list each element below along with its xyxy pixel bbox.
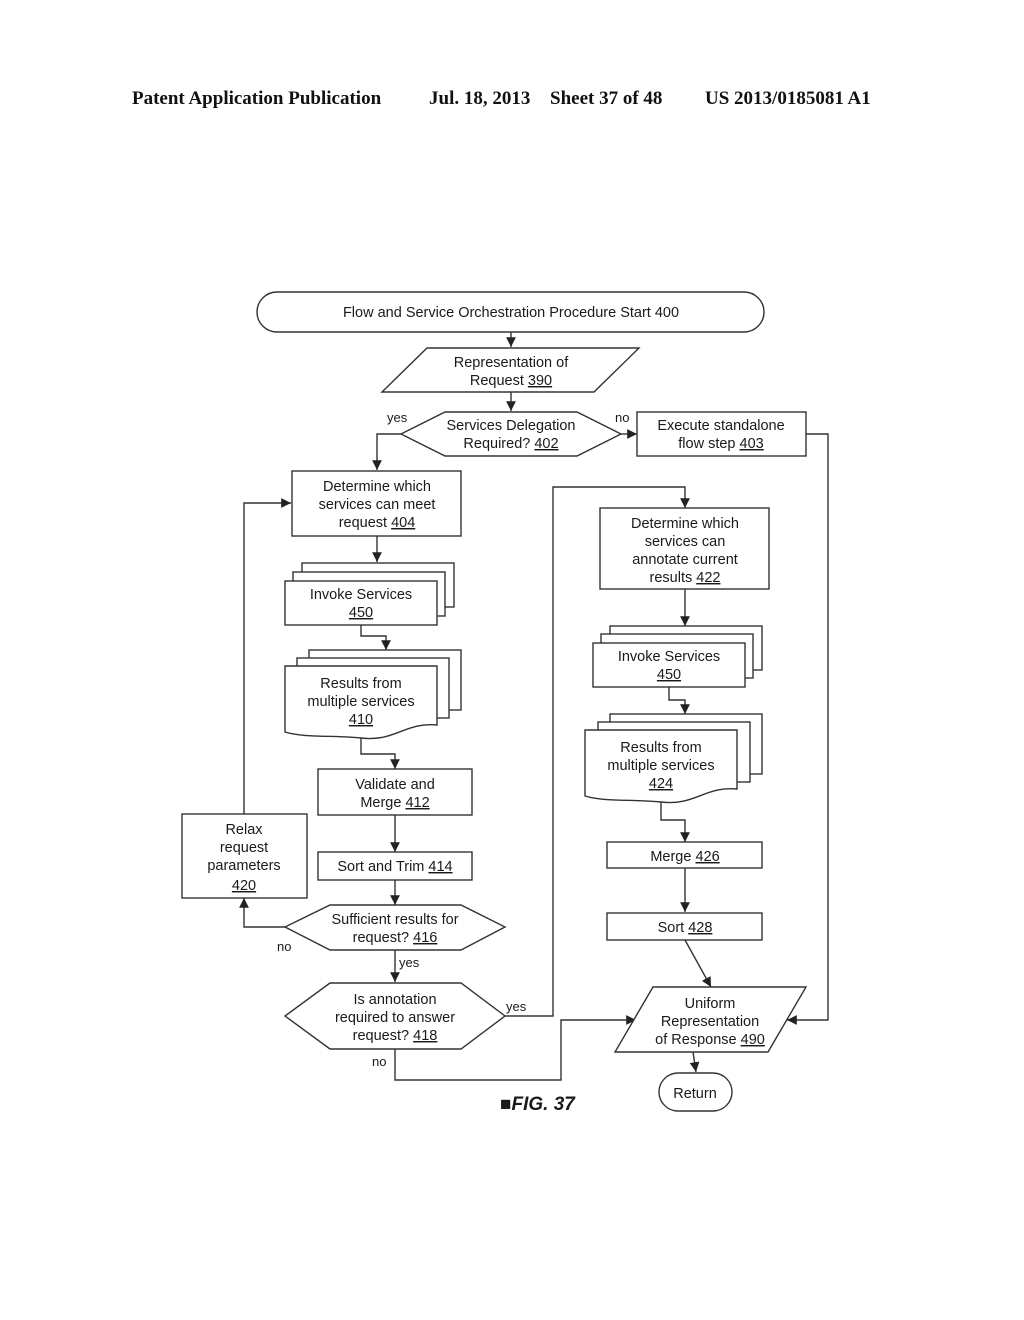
- delegation-label: Services Delegation: [447, 418, 576, 434]
- determine-services-label-2: services can meet: [319, 497, 436, 513]
- edge-label-annotation-yes: yes: [506, 999, 527, 1014]
- delegation-ref: Required? 402: [463, 436, 558, 452]
- determine-annotate-ref: results 422: [650, 570, 721, 586]
- results-left-label: Results from: [320, 676, 401, 692]
- determine-annotate-label-3: annotate current: [632, 552, 738, 568]
- uniform-ref: of Response 490: [655, 1032, 765, 1048]
- relax-label-2: request: [220, 840, 268, 856]
- edge-label-sufficient-yes: yes: [399, 955, 420, 970]
- edge-relax-loop: [243, 498, 291, 814]
- relax-ref: 420: [232, 878, 256, 894]
- validate-ref: Merge 412: [360, 795, 429, 811]
- results-left-label-2: multiple services: [307, 694, 414, 710]
- edge-label-delegation-yes: yes: [387, 410, 408, 425]
- standalone-label: Execute standalone: [657, 418, 784, 434]
- determine-services-label: Determine which: [323, 479, 431, 495]
- results-right-label-2: multiple services: [607, 758, 714, 774]
- annotation-ref: request? 418: [353, 1028, 438, 1044]
- sort-label: Sort 428: [658, 920, 713, 936]
- merge-label: Merge 426: [650, 849, 719, 865]
- edge-invoke-right-to-results: [668, 687, 690, 714]
- determine-annotate-label: Determine which: [631, 516, 739, 532]
- invoke-left-label: Invoke Services: [310, 587, 412, 603]
- edge-label-sufficient-no: no: [277, 939, 291, 954]
- figure-marker: ■: [500, 1094, 511, 1115]
- edge-results-to-validate: [360, 738, 400, 769]
- sort-trim-label: Sort and Trim 414: [337, 859, 452, 875]
- annotation-label: Is annotation: [353, 992, 436, 1008]
- sufficient-label: Sufficient results for: [331, 912, 458, 928]
- relax-label: Relax: [225, 822, 263, 838]
- request-representation-ref: Request 390: [470, 373, 552, 389]
- edge-uniform-to-return: [689, 1051, 700, 1073]
- invoke-left-ref: 450: [349, 605, 373, 621]
- edge-sort-to-uniform: [684, 939, 712, 988]
- request-representation-label: Representation of: [454, 355, 569, 371]
- edge-delegation-yes: [372, 433, 401, 470]
- results-right-ref: 424: [649, 776, 673, 792]
- determine-services-ref: request 404: [339, 515, 416, 531]
- invoke-right-ref: 450: [657, 667, 681, 683]
- results-right-label: Results from: [620, 740, 701, 756]
- figure-label: ■FIG. 37: [500, 1094, 576, 1115]
- uniform-label: Uniform: [685, 996, 736, 1012]
- annotation-label-2: required to answer: [335, 1010, 455, 1026]
- return-label: Return: [673, 1086, 717, 1102]
- results-left-ref: 410: [349, 712, 373, 728]
- edge-results-right-to-merge: [660, 802, 690, 842]
- edge-label-delegation-no: no: [615, 410, 629, 425]
- uniform-label-2: Representation: [661, 1014, 759, 1030]
- edge-invoke-to-results: [360, 625, 391, 650]
- determine-annotate-label-2: services can: [645, 534, 726, 550]
- edge-label-annotation-no: no: [372, 1054, 386, 1069]
- edge-standalone-to-uniform: [787, 433, 829, 1025]
- relax-label-3: parameters: [207, 858, 280, 874]
- edge-sufficient-no: [239, 898, 285, 928]
- start-label: Flow and Service Orchestration Procedure…: [343, 305, 679, 321]
- sufficient-ref: request? 416: [353, 930, 438, 946]
- standalone-ref: flow step 403: [678, 436, 763, 452]
- invoke-right-label: Invoke Services: [618, 649, 720, 665]
- flowchart: Flow and Service Orchestration Procedure…: [181, 291, 829, 1115]
- validate-label: Validate and: [355, 777, 435, 793]
